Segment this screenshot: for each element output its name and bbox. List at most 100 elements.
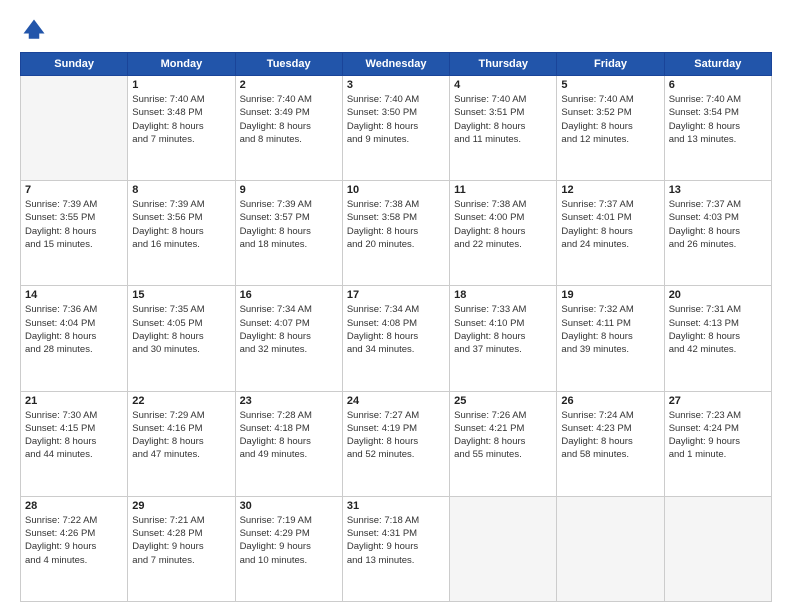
day-number: 9 xyxy=(240,184,338,196)
day-number: 16 xyxy=(240,289,338,301)
day-number: 24 xyxy=(347,395,445,407)
day-number: 1 xyxy=(132,79,230,91)
day-number: 15 xyxy=(132,289,230,301)
day-number: 22 xyxy=(132,395,230,407)
day-number: 29 xyxy=(132,500,230,512)
calendar-cell: 20Sunrise: 7:31 AM Sunset: 4:13 PM Dayli… xyxy=(664,286,771,391)
calendar-week-2: 7 Sunrise: 7:39 AM Sunset: 3:55 PM Daylig… xyxy=(21,181,772,286)
calendar-cell xyxy=(450,496,557,601)
calendar-cell: 15 Sunrise: 7:35 AM Sunset: 4:05 PM Dayli… xyxy=(128,286,235,391)
day-number: 12 xyxy=(561,184,659,196)
calendar-table: SundayMondayTuesdayWednesdayThursdayFrid… xyxy=(20,52,772,602)
weekday-monday: Monday xyxy=(128,53,235,76)
day-info: Sunrise: 7:32 AM Sunset: 4:11 PM Dayligh… xyxy=(561,303,659,356)
calendar-cell: 9Sunrise: 7:39 AM Sunset: 3:57 PM Daylig… xyxy=(235,181,342,286)
weekday-thursday: Thursday xyxy=(450,53,557,76)
day-info: Sunrise: 7:38 AM Sunset: 3:58 PM Dayligh… xyxy=(347,198,445,251)
day-info: Sunrise: 7:35 AM Sunset: 4:05 PM Dayligh… xyxy=(132,303,230,356)
calendar-week-4: 21Sunrise: 7:30 AM Sunset: 4:15 PM Dayli… xyxy=(21,391,772,496)
day-number: 25 xyxy=(454,395,552,407)
calendar-cell: 14Sunrise: 7:36 AM Sunset: 4:04 PM Dayli… xyxy=(21,286,128,391)
day-info: Sunrise: 7:33 AM Sunset: 4:10 PM Dayligh… xyxy=(454,303,552,356)
calendar-cell: 17 Sunrise: 7:34 AM Sunset: 4:08 PM Dayli… xyxy=(342,286,449,391)
calendar-cell: 5 Sunrise: 7:40 AM Sunset: 3:52 PM Daylig… xyxy=(557,76,664,181)
day-number: 30 xyxy=(240,500,338,512)
logo xyxy=(20,16,52,44)
weekday-header-row: SundayMondayTuesdayWednesdayThursdayFrid… xyxy=(21,53,772,76)
day-info: Sunrise: 7:22 AM Sunset: 4:26 PM Dayligh… xyxy=(25,514,123,567)
day-number: 18 xyxy=(454,289,552,301)
calendar-cell: 6 Sunrise: 7:40 AM Sunset: 3:54 PM Daylig… xyxy=(664,76,771,181)
day-info: Sunrise: 7:39 AM Sunset: 3:56 PM Dayligh… xyxy=(132,198,230,251)
calendar-cell xyxy=(21,76,128,181)
day-info: Sunrise: 7:34 AM Sunset: 4:08 PM Dayligh… xyxy=(347,303,445,356)
day-info: Sunrise: 7:40 AM Sunset: 3:49 PM Dayligh… xyxy=(240,93,338,146)
day-info: Sunrise: 7:21 AM Sunset: 4:28 PM Dayligh… xyxy=(132,514,230,567)
calendar-cell: 23Sunrise: 7:28 AM Sunset: 4:18 PM Dayli… xyxy=(235,391,342,496)
day-number: 28 xyxy=(25,500,123,512)
calendar-cell: 2 Sunrise: 7:40 AM Sunset: 3:49 PM Daylig… xyxy=(235,76,342,181)
calendar-cell: 22 Sunrise: 7:29 AM Sunset: 4:16 PM Dayli… xyxy=(128,391,235,496)
day-info: Sunrise: 7:40 AM Sunset: 3:51 PM Dayligh… xyxy=(454,93,552,146)
day-info: Sunrise: 7:34 AM Sunset: 4:07 PM Dayligh… xyxy=(240,303,338,356)
calendar-cell: 25Sunrise: 7:26 AM Sunset: 4:21 PM Dayli… xyxy=(450,391,557,496)
calendar-cell: 12 Sunrise: 7:37 AM Sunset: 4:01 PM Dayli… xyxy=(557,181,664,286)
day-number: 21 xyxy=(25,395,123,407)
day-info: Sunrise: 7:37 AM Sunset: 4:03 PM Dayligh… xyxy=(669,198,767,251)
day-number: 17 xyxy=(347,289,445,301)
day-number: 10 xyxy=(347,184,445,196)
day-info: Sunrise: 7:38 AM Sunset: 4:00 PM Dayligh… xyxy=(454,198,552,251)
day-info: Sunrise: 7:23 AM Sunset: 4:24 PM Dayligh… xyxy=(669,409,767,462)
calendar-cell: 26 Sunrise: 7:24 AM Sunset: 4:23 PM Dayli… xyxy=(557,391,664,496)
calendar-cell: 31Sunrise: 7:18 AM Sunset: 4:31 PM Dayli… xyxy=(342,496,449,601)
day-info: Sunrise: 7:39 AM Sunset: 3:55 PM Dayligh… xyxy=(25,198,123,251)
calendar-cell: 21Sunrise: 7:30 AM Sunset: 4:15 PM Dayli… xyxy=(21,391,128,496)
calendar-cell: 28 Sunrise: 7:22 AM Sunset: 4:26 PM Dayli… xyxy=(21,496,128,601)
calendar-week-1: 1 Sunrise: 7:40 AM Sunset: 3:48 PM Daylig… xyxy=(21,76,772,181)
day-number: 20 xyxy=(669,289,767,301)
day-number: 13 xyxy=(669,184,767,196)
calendar-week-5: 28 Sunrise: 7:22 AM Sunset: 4:26 PM Dayli… xyxy=(21,496,772,601)
day-info: Sunrise: 7:29 AM Sunset: 4:16 PM Dayligh… xyxy=(132,409,230,462)
day-info: Sunrise: 7:40 AM Sunset: 3:54 PM Dayligh… xyxy=(669,93,767,146)
day-info: Sunrise: 7:24 AM Sunset: 4:23 PM Dayligh… xyxy=(561,409,659,462)
calendar-cell: 30 Sunrise: 7:19 AM Sunset: 4:29 PM Dayli… xyxy=(235,496,342,601)
day-number: 11 xyxy=(454,184,552,196)
day-info: Sunrise: 7:40 AM Sunset: 3:52 PM Dayligh… xyxy=(561,93,659,146)
calendar-cell: 29 Sunrise: 7:21 AM Sunset: 4:28 PM Dayli… xyxy=(128,496,235,601)
day-number: 7 xyxy=(25,184,123,196)
calendar-cell: 19Sunrise: 7:32 AM Sunset: 4:11 PM Dayli… xyxy=(557,286,664,391)
day-number: 5 xyxy=(561,79,659,91)
weekday-wednesday: Wednesday xyxy=(342,53,449,76)
day-number: 27 xyxy=(669,395,767,407)
header xyxy=(20,16,772,44)
day-number: 2 xyxy=(240,79,338,91)
day-number: 8 xyxy=(132,184,230,196)
day-info: Sunrise: 7:19 AM Sunset: 4:29 PM Dayligh… xyxy=(240,514,338,567)
logo-icon xyxy=(20,16,48,44)
day-number: 3 xyxy=(347,79,445,91)
calendar-cell: 13 Sunrise: 7:37 AM Sunset: 4:03 PM Dayli… xyxy=(664,181,771,286)
weekday-friday: Friday xyxy=(557,53,664,76)
calendar-cell: 8 Sunrise: 7:39 AM Sunset: 3:56 PM Daylig… xyxy=(128,181,235,286)
day-info: Sunrise: 7:40 AM Sunset: 3:48 PM Dayligh… xyxy=(132,93,230,146)
calendar-cell: 3 Sunrise: 7:40 AM Sunset: 3:50 PM Daylig… xyxy=(342,76,449,181)
calendar-cell: 24Sunrise: 7:27 AM Sunset: 4:19 PM Dayli… xyxy=(342,391,449,496)
day-info: Sunrise: 7:37 AM Sunset: 4:01 PM Dayligh… xyxy=(561,198,659,251)
calendar-cell: 18 Sunrise: 7:33 AM Sunset: 4:10 PM Dayli… xyxy=(450,286,557,391)
calendar-cell xyxy=(557,496,664,601)
page: SundayMondayTuesdayWednesdayThursdayFrid… xyxy=(0,0,792,612)
day-number: 26 xyxy=(561,395,659,407)
calendar-cell xyxy=(664,496,771,601)
calendar-cell: 27 Sunrise: 7:23 AM Sunset: 4:24 PM Dayli… xyxy=(664,391,771,496)
day-info: Sunrise: 7:36 AM Sunset: 4:04 PM Dayligh… xyxy=(25,303,123,356)
day-number: 4 xyxy=(454,79,552,91)
weekday-saturday: Saturday xyxy=(664,53,771,76)
calendar-cell: 10 Sunrise: 7:38 AM Sunset: 3:58 PM Dayli… xyxy=(342,181,449,286)
weekday-sunday: Sunday xyxy=(21,53,128,76)
day-info: Sunrise: 7:40 AM Sunset: 3:50 PM Dayligh… xyxy=(347,93,445,146)
calendar-cell: 11 Sunrise: 7:38 AM Sunset: 4:00 PM Dayli… xyxy=(450,181,557,286)
day-info: Sunrise: 7:28 AM Sunset: 4:18 PM Dayligh… xyxy=(240,409,338,462)
day-number: 6 xyxy=(669,79,767,91)
calendar-cell: 4 Sunrise: 7:40 AM Sunset: 3:51 PM Daylig… xyxy=(450,76,557,181)
